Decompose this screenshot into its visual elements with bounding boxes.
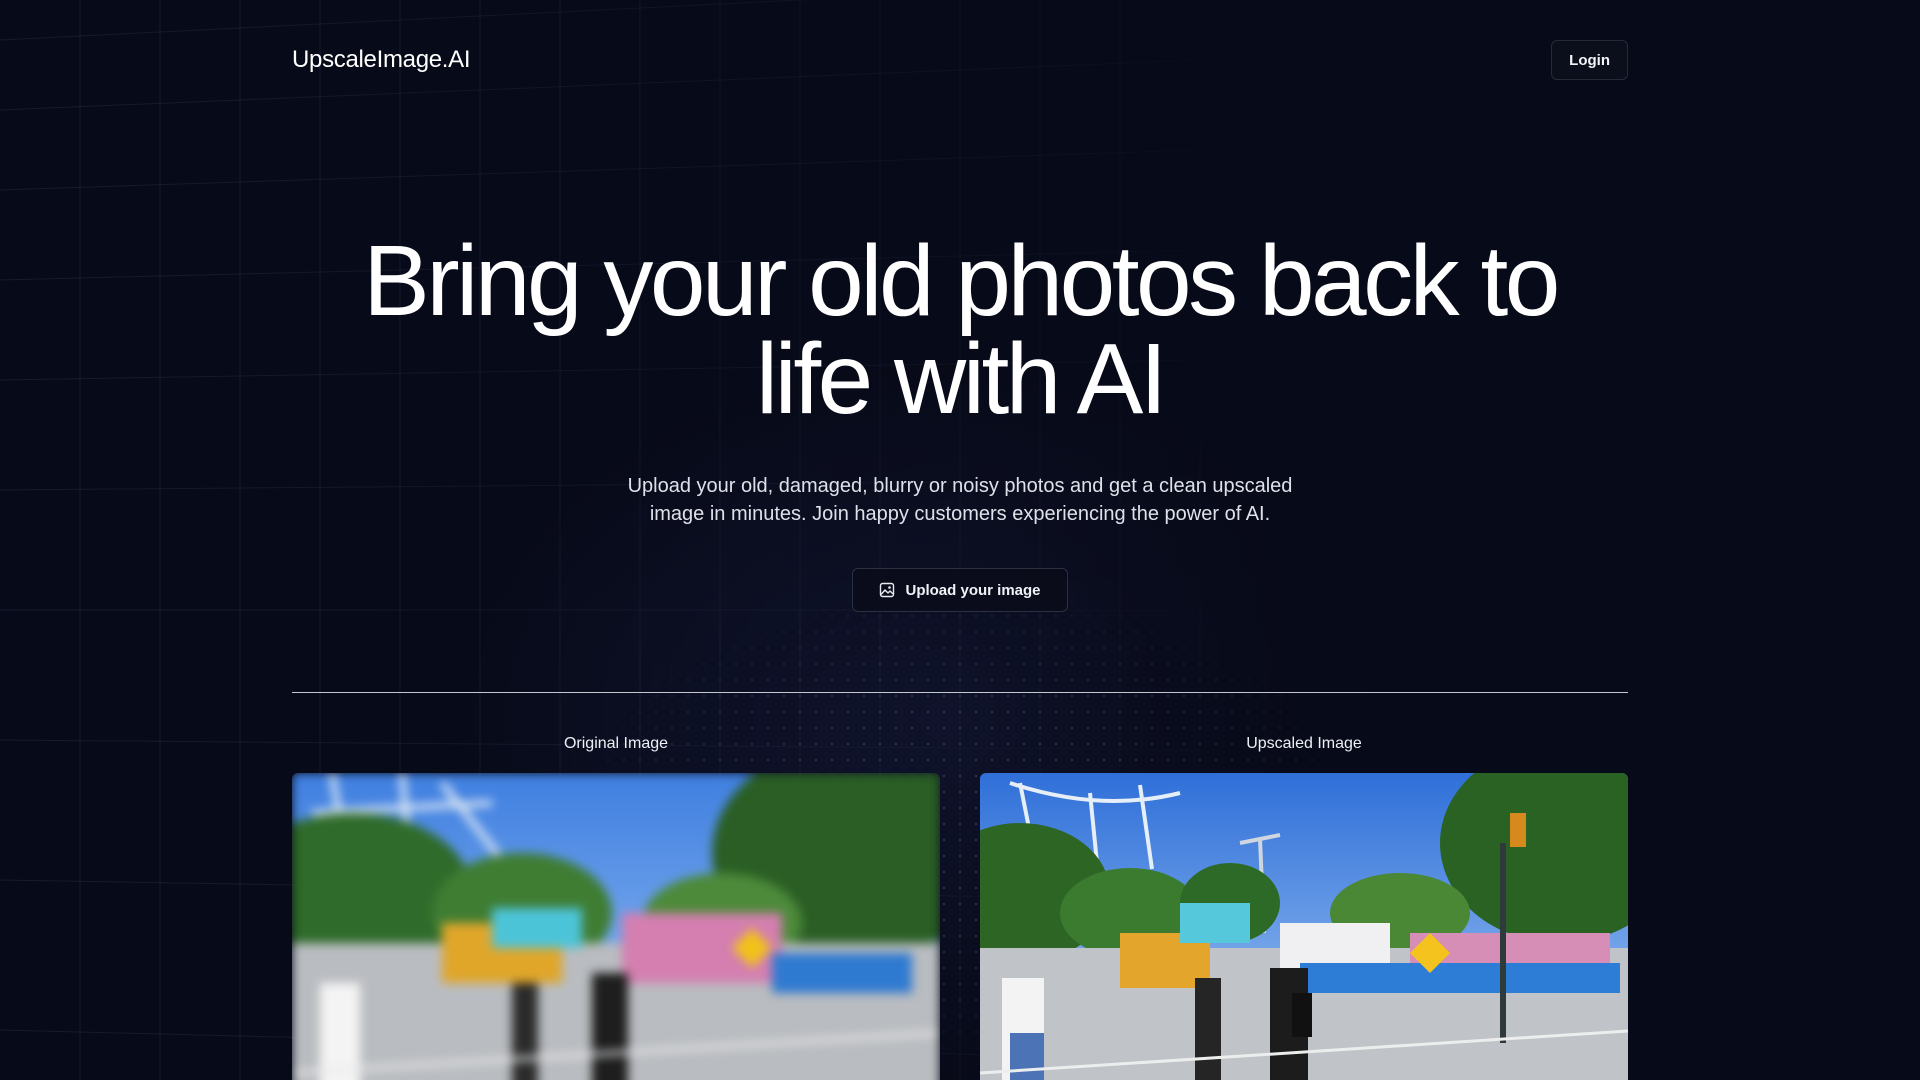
upload-button-label: Upload your image <box>905 581 1041 599</box>
landing-page: UpscaleImage.AI Login Bring your old pho… <box>0 0 1920 1080</box>
section-divider <box>292 692 1628 693</box>
image-icon <box>879 582 895 598</box>
hero-title-line-2: life with AI <box>755 323 1168 435</box>
background-grid <box>0 0 1920 1080</box>
site-header: UpscaleImage.AI Login <box>292 40 1628 80</box>
original-image-label: Original Image <box>563 735 669 752</box>
upscaled-image <box>980 773 1628 1080</box>
upload-image-button[interactable]: Upload your image <box>852 568 1068 612</box>
hero-title-line-1: Bring your old photos back to <box>363 225 1560 337</box>
upscaled-image-label: Upscaled Image <box>1246 735 1362 752</box>
login-button[interactable]: Login <box>1551 40 1628 80</box>
hero-subtitle-line-2: image in minutes. Join happy customers e… <box>649 503 1271 525</box>
hero-subtitle-line-1: Upload your old, damaged, blurry or nois… <box>627 475 1293 497</box>
brand-logo[interactable]: UpscaleImage.AI <box>292 46 471 74</box>
hero-subtitle: Upload your old, damaged, blurry or nois… <box>610 472 1310 528</box>
original-image <box>292 773 940 1080</box>
hero-title: Bring your old photos back to life with … <box>260 231 1660 429</box>
